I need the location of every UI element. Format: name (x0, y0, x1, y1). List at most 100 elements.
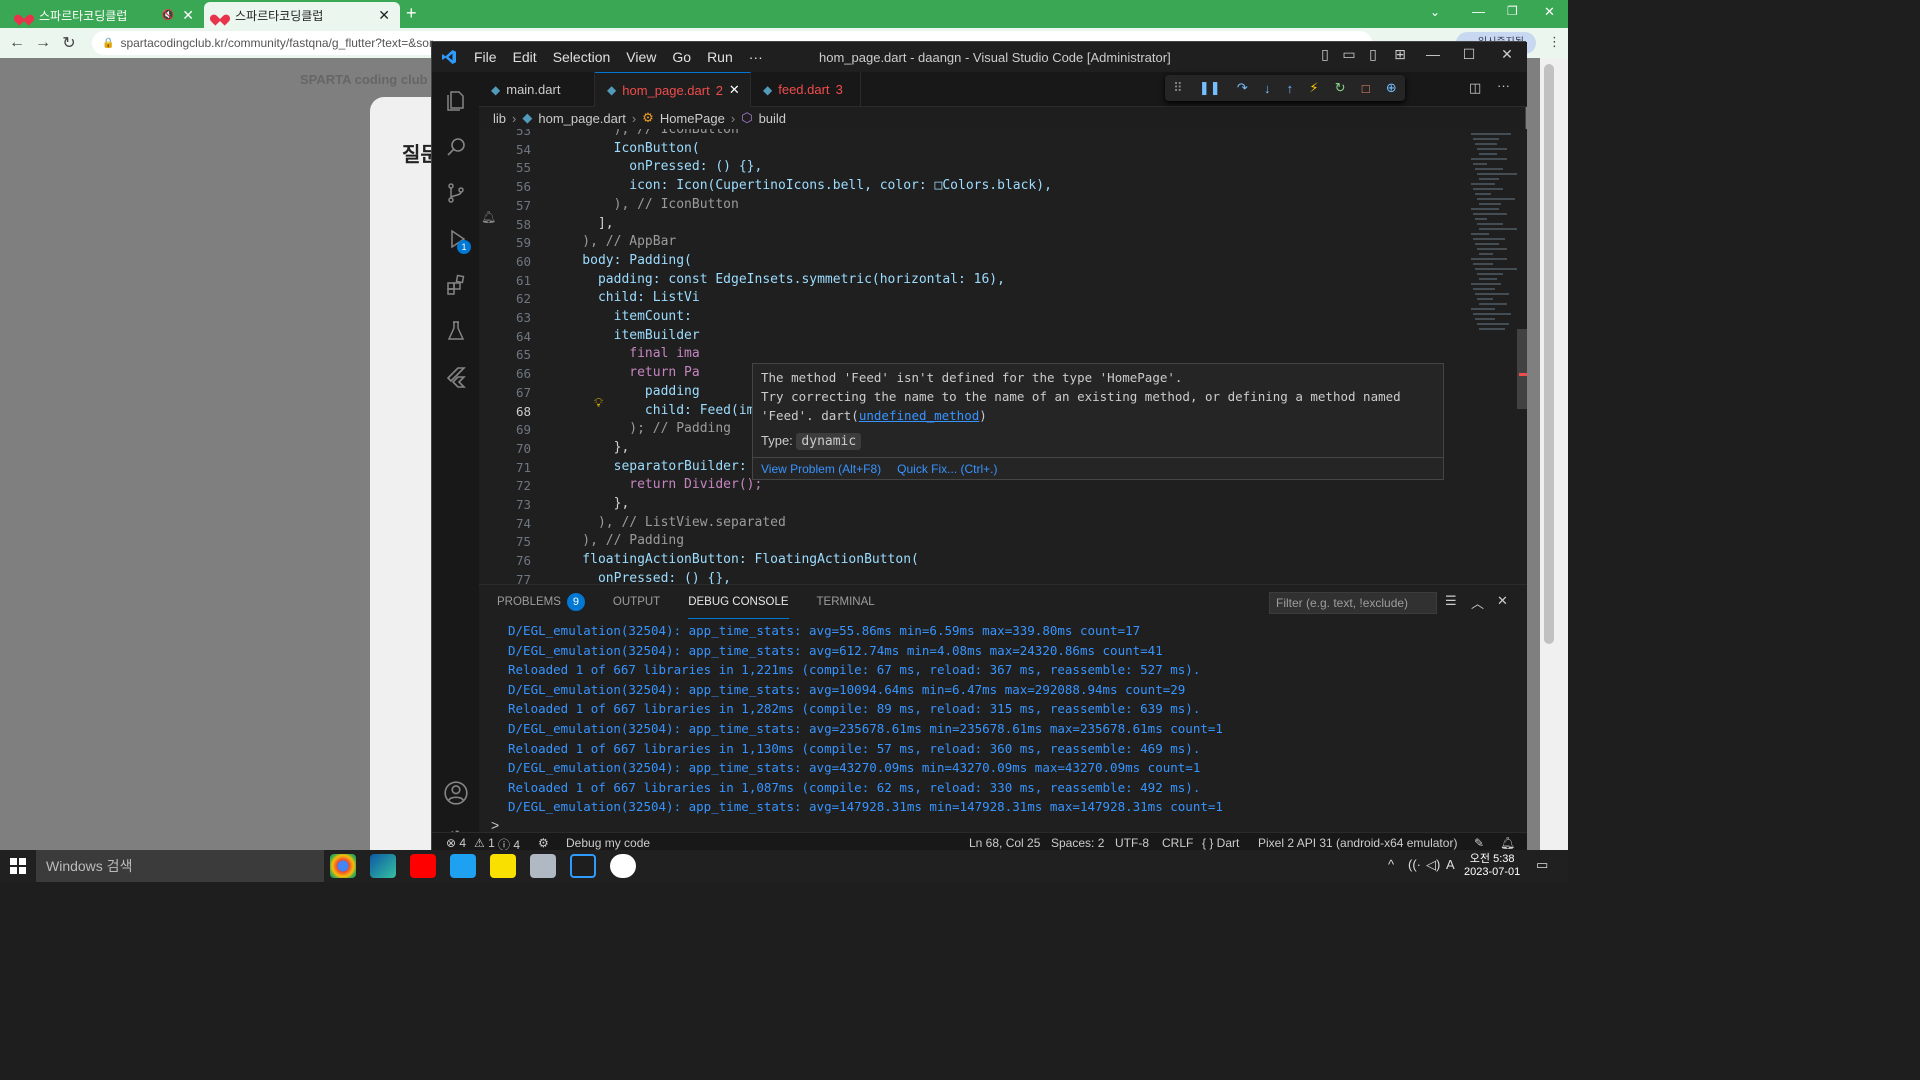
more-menu-icon[interactable]: ⋮ (1548, 34, 1561, 50)
chrome-icon[interactable] (330, 854, 356, 878)
encoding[interactable]: UTF-8 (1115, 836, 1149, 850)
hot-reload-lightning-icon[interactable]: ⚡ (1309, 80, 1318, 96)
menu-view[interactable]: View (618, 49, 664, 65)
app-window-icon[interactable] (530, 854, 556, 878)
quick-fix-link[interactable]: Quick Fix... (Ctrl+.) (897, 462, 997, 476)
close-icon[interactable]: ✕ (182, 7, 194, 24)
menu-run[interactable]: Run (699, 49, 741, 65)
muted-speaker-icon[interactable]: 🔇 (162, 10, 174, 21)
maximize-panel-chevron-up-icon[interactable]: ︿ (1471, 593, 1484, 612)
step-out-icon[interactable]: ↑ (1287, 81, 1294, 96)
menu-file[interactable]: File (466, 49, 505, 65)
breadcrumb-item[interactable]: hom_page.dart (538, 111, 625, 126)
restore-icon[interactable]: ❐ (1507, 4, 1518, 18)
line-number: 67 (515, 384, 531, 400)
account-icon[interactable] (432, 770, 479, 816)
ime-indicator[interactable]: A (1446, 857, 1455, 872)
new-tab-button[interactable]: + (406, 3, 417, 24)
wifi-icon[interactable]: ((· (1408, 857, 1421, 872)
chevron-up-icon[interactable]: ^ (1388, 857, 1394, 872)
customize-layout-icon[interactable]: ⊞ (1389, 46, 1411, 68)
device-selector[interactable]: Pixel 2 API 31 (android-x64 emulator) (1258, 836, 1457, 850)
minimap-line (1479, 278, 1497, 280)
lightbulb-quickfix-icon[interactable]: 💡︎ (594, 395, 603, 411)
forward-arrow-icon[interactable]: → (30, 34, 56, 52)
menu-edit[interactable]: Edit (505, 49, 545, 65)
toggle-secondary-sidebar-icon[interactable]: ▯ (1362, 46, 1384, 68)
tab-terminal[interactable]: TERMINAL (817, 585, 875, 619)
windows-search-box[interactable]: Windows 검색 (36, 850, 324, 882)
tab-debug-console[interactable]: DEBUG CONSOLE (688, 585, 789, 619)
notifications-bell-icon[interactable]: 🔔︎ (1500, 836, 1515, 850)
more-actions-icon[interactable]: ··· (1497, 78, 1510, 93)
run-debug-icon[interactable]: 1 (432, 216, 479, 262)
feedback-icon[interactable]: ✎ (1474, 836, 1484, 850)
close-icon[interactable]: ✕ (378, 7, 390, 24)
cursor-position[interactable]: Ln 68, Col 25 (969, 836, 1040, 850)
pause-icon[interactable]: ❚❚ (1199, 80, 1221, 96)
vscode-taskbar-icon[interactable] (570, 854, 596, 878)
notification-center-icon[interactable]: ▭ (1536, 857, 1548, 873)
language-mode[interactable]: { } Dart (1202, 836, 1239, 850)
console-filter-input[interactable]: Filter (e.g. text, !exclude) (1269, 592, 1437, 614)
restart-icon[interactable]: ↻ (1335, 80, 1346, 96)
console-prompt[interactable]: > (491, 817, 499, 833)
step-over-icon[interactable]: ↷ (1237, 80, 1248, 96)
reload-icon[interactable]: ↻ (56, 33, 82, 53)
browser-scrollbar[interactable] (1540, 58, 1568, 850)
stop-icon[interactable]: □ (1362, 81, 1370, 96)
code-editor[interactable]: 53 54 55 56 57 58 59 60 61 62 63 64 65 66 67 68 69 70 71 72… (479, 129, 1527, 584)
tab-feed-dart[interactable]: ◆ feed.dart 3 (751, 72, 861, 107)
maximize-icon[interactable]: ☐ (1458, 46, 1480, 68)
internet-explorer-icon[interactable] (450, 854, 476, 878)
debug-mode-label[interactable]: Debug my code (566, 836, 650, 850)
minimize-icon[interactable]: — (1422, 46, 1444, 68)
toggle-panel-icon[interactable]: ▭ (1338, 46, 1360, 68)
line-ending[interactable]: CRLF (1162, 836, 1193, 850)
browser-tab[interactable]: 스파르타코딩클럽 🔇 ✕ (8, 2, 204, 28)
tab-main-dart[interactable]: ◆ main.dart (479, 72, 595, 107)
breadcrumb-item[interactable]: HomePage (660, 111, 725, 126)
kakaotalk-icon[interactable] (490, 854, 516, 878)
undefined-method-link[interactable]: undefined_method (859, 408, 979, 423)
menu-go[interactable]: Go (664, 49, 699, 65)
minimize-icon[interactable]: — (1472, 4, 1485, 19)
testing-flask-icon[interactable] (432, 308, 479, 354)
source-control-icon[interactable] (432, 170, 479, 216)
warnings-count[interactable]: ⚠ 1 (474, 836, 495, 850)
step-into-icon[interactable]: ↓ (1264, 81, 1271, 96)
search-icon[interactable] (432, 124, 479, 170)
view-problem-link[interactable]: View Problem (Alt+F8) (761, 462, 881, 476)
editor-scrollbar[interactable] (1517, 129, 1527, 584)
errors-count[interactable]: ⊗ 4 (446, 836, 466, 850)
menu-more[interactable]: ··· (741, 49, 771, 65)
close-icon[interactable]: ✕ (1544, 4, 1555, 20)
youtube-icon[interactable] (410, 854, 436, 878)
breadcrumb-item[interactable]: build (759, 111, 786, 126)
close-icon[interactable]: ✕ (1497, 593, 1508, 609)
volume-icon[interactable]: ◁) (1426, 857, 1440, 873)
close-icon[interactable]: ✕ (1496, 46, 1518, 68)
tab-hom-page-dart[interactable]: ◆ hom_page.dart 2 ✕ (595, 72, 751, 107)
toggle-sidebar-icon[interactable]: ▯ (1314, 46, 1336, 68)
flutter-icon[interactable] (432, 354, 479, 400)
tab-search-icon[interactable]: ⌄ (1430, 5, 1440, 19)
extensions-icon[interactable] (432, 262, 479, 308)
clock[interactable]: 오전 5:38 2023-07-01 (1464, 853, 1520, 879)
clear-console-icon[interactable]: ☰ (1445, 593, 1457, 609)
menu-selection[interactable]: Selection (545, 49, 619, 65)
browser-tab-active[interactable]: 스파르타코딩클럽 ✕ (204, 2, 400, 28)
tab-problems[interactable]: PROBLEMS 9 (497, 585, 585, 619)
emulator-icon[interactable] (610, 854, 636, 878)
close-icon[interactable]: ✕ (729, 82, 740, 98)
tab-output[interactable]: OUTPUT (613, 585, 660, 619)
drag-handle-icon[interactable]: ⠿ (1173, 80, 1183, 96)
explorer-icon[interactable] (432, 78, 479, 124)
split-editor-icon[interactable]: ◫ (1469, 80, 1481, 96)
edge-icon[interactable] (370, 854, 396, 878)
back-arrow-icon[interactable]: ← (4, 34, 30, 52)
breadcrumb-item[interactable]: lib (493, 111, 506, 126)
indentation[interactable]: Spaces: 2 (1051, 836, 1104, 850)
windows-start-icon[interactable] (10, 858, 26, 877)
devtools-search-icon[interactable]: ⊕ (1386, 80, 1397, 96)
